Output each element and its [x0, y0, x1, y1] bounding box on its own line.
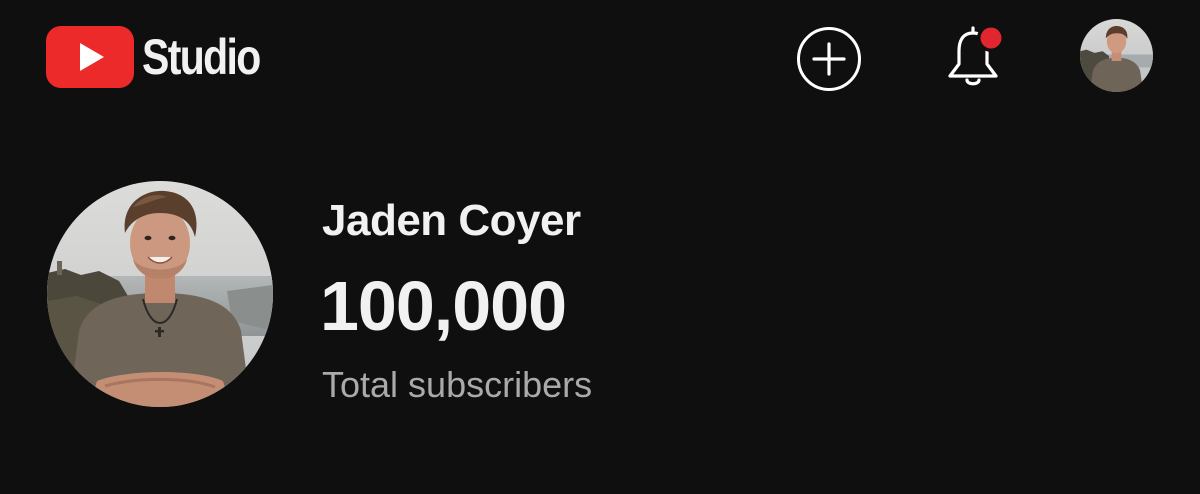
app-header: Studio	[0, 0, 1200, 110]
notification-badge	[980, 27, 1002, 49]
account-avatar	[1080, 19, 1153, 92]
channel-name: Jaden Coyer	[322, 196, 581, 245]
youtube-studio-logo[interactable]: Studio	[46, 22, 286, 92]
bell-icon	[948, 24, 1005, 86]
channel-profile-photo	[47, 181, 273, 407]
notifications-button[interactable]	[940, 20, 1016, 92]
account-avatar-button[interactable]	[1080, 19, 1153, 92]
channel-avatar	[47, 181, 273, 407]
studio-logo-text: Studio	[142, 29, 261, 85]
plus-circle-icon	[797, 27, 861, 91]
subscriber-count: 100,000	[320, 267, 567, 345]
subscriber-count-label: Total subscribers	[322, 364, 593, 405]
create-button[interactable]	[796, 26, 862, 92]
youtube-logo-icon	[46, 26, 134, 88]
